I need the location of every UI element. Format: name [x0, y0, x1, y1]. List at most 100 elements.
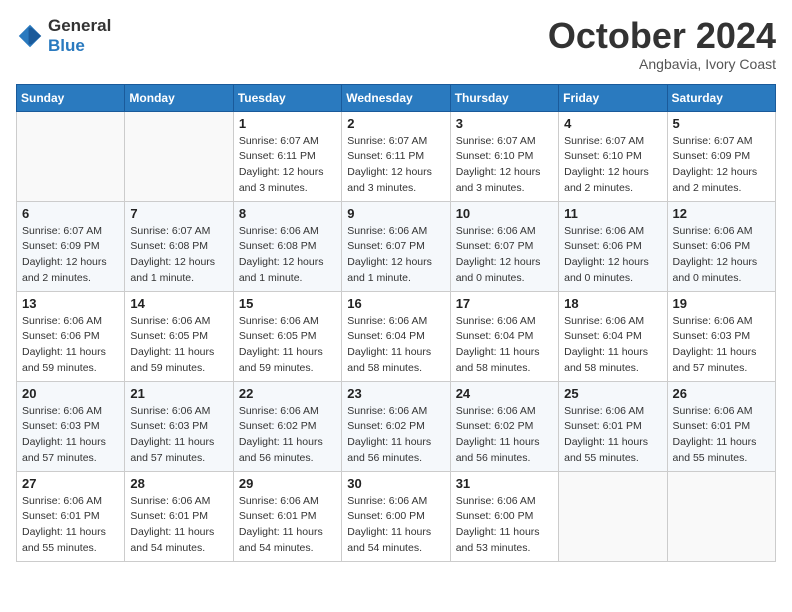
day-number: 4 [564, 116, 661, 131]
header-wednesday: Wednesday [342, 84, 450, 111]
day-number: 21 [130, 386, 227, 401]
title-section: October 2024 Angbavia, Ivory Coast [548, 16, 776, 72]
day-info: Sunrise: 6:07 AM Sunset: 6:09 PM Dayligh… [673, 134, 770, 197]
day-info: Sunrise: 6:06 AM Sunset: 6:01 PM Dayligh… [239, 494, 336, 557]
day-number: 31 [456, 476, 553, 491]
header-saturday: Saturday [667, 84, 775, 111]
day-number: 3 [456, 116, 553, 131]
calendar-week-4: 20 Sunrise: 6:06 AM Sunset: 6:03 PM Dayli… [17, 381, 776, 471]
calendar-cell: 19Sunrise: 6:06 AM Sunset: 6:03 PM Dayli… [667, 291, 775, 381]
day-number: 22 [239, 386, 336, 401]
calendar-cell: 11 Sunrise: 6:06 AM Sunset: 6:06 PM Dayli… [559, 201, 667, 291]
calendar-week-3: 13 Sunrise: 6:06 AM Sunset: 6:06 PM Dayli… [17, 291, 776, 381]
day-info: Sunrise: 6:07 AM Sunset: 6:08 PM Dayligh… [130, 224, 227, 287]
calendar-cell: 9Sunrise: 6:06 AM Sunset: 6:07 PM Daylig… [342, 201, 450, 291]
day-number: 2 [347, 116, 444, 131]
day-number: 12 [673, 206, 770, 221]
calendar-cell: 30 Sunrise: 6:06 AM Sunset: 6:00 PM Dayli… [342, 471, 450, 561]
logo: General Blue [16, 16, 111, 56]
calendar-cell: 21 Sunrise: 6:06 AM Sunset: 6:03 PM Dayli… [125, 381, 233, 471]
day-info: Sunrise: 6:06 AM Sunset: 6:05 PM Dayligh… [130, 314, 227, 377]
day-number: 16 [347, 296, 444, 311]
day-info: Sunrise: 6:06 AM Sunset: 6:02 PM Dayligh… [347, 404, 444, 467]
header-sunday: Sunday [17, 84, 125, 111]
day-number: 20 [22, 386, 119, 401]
day-info: Sunrise: 6:06 AM Sunset: 6:03 PM Dayligh… [130, 404, 227, 467]
calendar-cell: 15 Sunrise: 6:06 AM Sunset: 6:05 PM Dayli… [233, 291, 341, 381]
calendar-cell: 7 Sunrise: 6:07 AM Sunset: 6:08 PM Daylig… [125, 201, 233, 291]
header-thursday: Thursday [450, 84, 558, 111]
day-info: Sunrise: 6:06 AM Sunset: 6:02 PM Dayligh… [456, 404, 553, 467]
day-info: Sunrise: 6:06 AM Sunset: 6:04 PM Dayligh… [564, 314, 661, 377]
calendar-cell: 24 Sunrise: 6:06 AM Sunset: 6:02 PM Dayli… [450, 381, 558, 471]
day-number: 11 [564, 206, 661, 221]
header-monday: Monday [125, 84, 233, 111]
day-info: Sunrise: 6:07 AM Sunset: 6:09 PM Dayligh… [22, 224, 119, 287]
day-info: Sunrise: 6:06 AM Sunset: 6:04 PM Dayligh… [347, 314, 444, 377]
day-number: 26 [673, 386, 770, 401]
day-number: 6 [22, 206, 119, 221]
calendar-cell: 16 Sunrise: 6:06 AM Sunset: 6:04 PM Dayli… [342, 291, 450, 381]
calendar-cell: 17 Sunrise: 6:06 AM Sunset: 6:04 PM Dayli… [450, 291, 558, 381]
day-info: Sunrise: 6:06 AM Sunset: 6:03 PM Dayligh… [22, 404, 119, 467]
day-number: 28 [130, 476, 227, 491]
day-info: Sunrise: 6:07 AM Sunset: 6:10 PM Dayligh… [564, 134, 661, 197]
day-info: Sunrise: 6:06 AM Sunset: 6:01 PM Dayligh… [22, 494, 119, 557]
calendar-cell: 8 Sunrise: 6:06 AM Sunset: 6:08 PM Daylig… [233, 201, 341, 291]
calendar-cell: 4 Sunrise: 6:07 AM Sunset: 6:10 PM Daylig… [559, 111, 667, 201]
day-number: 1 [239, 116, 336, 131]
day-info: Sunrise: 6:06 AM Sunset: 6:00 PM Dayligh… [456, 494, 553, 557]
calendar-week-2: 6 Sunrise: 6:07 AM Sunset: 6:09 PM Daylig… [17, 201, 776, 291]
day-number: 29 [239, 476, 336, 491]
day-info: Sunrise: 6:06 AM Sunset: 6:01 PM Dayligh… [673, 404, 770, 467]
day-number: 27 [22, 476, 119, 491]
calendar-week-1: 1 Sunrise: 6:07 AM Sunset: 6:11 PM Daylig… [17, 111, 776, 201]
calendar-cell [17, 111, 125, 201]
day-number: 15 [239, 296, 336, 311]
calendar-cell: 22 Sunrise: 6:06 AM Sunset: 6:02 PM Dayli… [233, 381, 341, 471]
calendar-cell: 29 Sunrise: 6:06 AM Sunset: 6:01 PM Dayli… [233, 471, 341, 561]
day-info: Sunrise: 6:06 AM Sunset: 6:07 PM Dayligh… [347, 224, 444, 287]
day-info: Sunrise: 6:06 AM Sunset: 6:01 PM Dayligh… [564, 404, 661, 467]
calendar-cell: 3 Sunrise: 6:07 AM Sunset: 6:10 PM Daylig… [450, 111, 558, 201]
month-title: October 2024 [548, 16, 776, 56]
day-info: Sunrise: 6:06 AM Sunset: 6:00 PM Dayligh… [347, 494, 444, 557]
day-info: Sunrise: 6:06 AM Sunset: 6:06 PM Dayligh… [564, 224, 661, 287]
calendar-cell: 1 Sunrise: 6:07 AM Sunset: 6:11 PM Daylig… [233, 111, 341, 201]
day-number: 7 [130, 206, 227, 221]
day-info: Sunrise: 6:06 AM Sunset: 6:06 PM Dayligh… [22, 314, 119, 377]
calendar-cell: 10Sunrise: 6:06 AM Sunset: 6:07 PM Dayli… [450, 201, 558, 291]
day-info: Sunrise: 6:06 AM Sunset: 6:06 PM Dayligh… [673, 224, 770, 287]
calendar-cell: 25 Sunrise: 6:06 AM Sunset: 6:01 PM Dayli… [559, 381, 667, 471]
calendar-week-5: 27 Sunrise: 6:06 AM Sunset: 6:01 PM Dayli… [17, 471, 776, 561]
day-info: Sunrise: 6:06 AM Sunset: 6:04 PM Dayligh… [456, 314, 553, 377]
day-number: 25 [564, 386, 661, 401]
day-info: Sunrise: 6:07 AM Sunset: 6:11 PM Dayligh… [347, 134, 444, 197]
header-tuesday: Tuesday [233, 84, 341, 111]
calendar-cell: 26 Sunrise: 6:06 AM Sunset: 6:01 PM Dayli… [667, 381, 775, 471]
logo-icon [16, 22, 44, 50]
calendar-cell: 2 Sunrise: 6:07 AM Sunset: 6:11 PM Daylig… [342, 111, 450, 201]
calendar-cell: 27 Sunrise: 6:06 AM Sunset: 6:01 PM Dayli… [17, 471, 125, 561]
day-info: Sunrise: 6:06 AM Sunset: 6:05 PM Dayligh… [239, 314, 336, 377]
header-row: SundayMondayTuesdayWednesdayThursdayFrid… [17, 84, 776, 111]
day-number: 24 [456, 386, 553, 401]
day-number: 5 [673, 116, 770, 131]
calendar-cell: 23Sunrise: 6:06 AM Sunset: 6:02 PM Dayli… [342, 381, 450, 471]
day-info: Sunrise: 6:06 AM Sunset: 6:02 PM Dayligh… [239, 404, 336, 467]
day-info: Sunrise: 6:06 AM Sunset: 6:07 PM Dayligh… [456, 224, 553, 287]
day-number: 17 [456, 296, 553, 311]
day-number: 8 [239, 206, 336, 221]
page-header: General Blue October 2024 Angbavia, Ivor… [16, 16, 776, 72]
day-number: 30 [347, 476, 444, 491]
day-info: Sunrise: 6:06 AM Sunset: 6:01 PM Dayligh… [130, 494, 227, 557]
day-info: Sunrise: 6:07 AM Sunset: 6:10 PM Dayligh… [456, 134, 553, 197]
day-number: 13 [22, 296, 119, 311]
day-number: 18 [564, 296, 661, 311]
day-info: Sunrise: 6:07 AM Sunset: 6:11 PM Dayligh… [239, 134, 336, 197]
calendar-cell [559, 471, 667, 561]
logo-text: General Blue [48, 16, 111, 56]
calendar-cell: 20 Sunrise: 6:06 AM Sunset: 6:03 PM Dayli… [17, 381, 125, 471]
calendar-table: SundayMondayTuesdayWednesdayThursdayFrid… [16, 84, 776, 562]
day-info: Sunrise: 6:06 AM Sunset: 6:08 PM Dayligh… [239, 224, 336, 287]
